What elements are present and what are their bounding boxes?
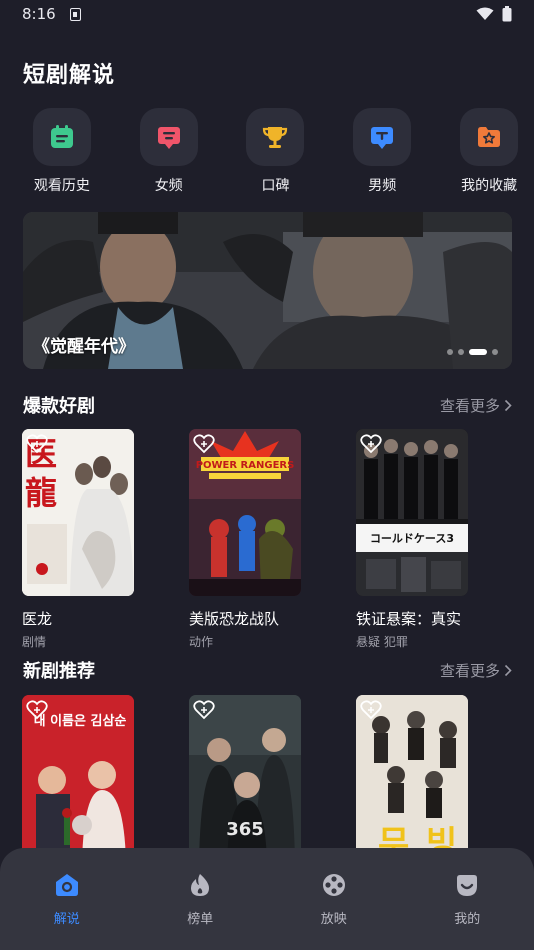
pagination-dot[interactable]	[458, 349, 464, 355]
svg-text:365: 365	[226, 819, 264, 840]
category-label: 我的收藏	[461, 178, 518, 194]
drama-card[interactable]: コールドケース3 铁证悬案：真实 悬疑 犯罪	[356, 429, 468, 650]
drama-card[interactable]: 무 빙	[356, 695, 468, 862]
section-header-new: 新剧推荐 查看更多	[23, 657, 512, 683]
drama-title: 铁证悬案：真实	[356, 610, 462, 628]
see-more-label: 查看更多	[439, 661, 500, 680]
nav-tab-commentary[interactable]: 解说	[0, 872, 134, 950]
category-favorites[interactable]: 我的收藏	[444, 108, 534, 195]
chevron-right-icon	[504, 399, 512, 411]
category-reputation[interactable]: 口碑	[231, 108, 321, 195]
drama-genre: 动作	[189, 635, 214, 649]
drama-card[interactable]: 365	[189, 695, 301, 862]
heart-plus-icon[interactable]	[193, 700, 215, 724]
see-more-link[interactable]: 查看更多	[440, 660, 512, 681]
status-time: 8:16	[22, 5, 56, 23]
drama-title: 美版恐龙战队	[189, 610, 280, 628]
heart-plus-icon[interactable]	[26, 700, 48, 724]
poster-image: コールドケース3	[356, 429, 468, 596]
nav-tab-screening[interactable]: 放映	[267, 872, 401, 950]
category-label: 女频	[154, 178, 183, 194]
section-title: 爆款好剧	[23, 396, 95, 417]
poster-image: 내 이름은 김삼순	[22, 695, 134, 862]
banner-pagination	[447, 349, 498, 355]
nav-label: 我的	[454, 912, 481, 927]
category-female[interactable]: 女频	[124, 108, 214, 195]
svg-text:POWER RANGERS: POWER RANGERS	[196, 460, 295, 471]
see-more-link[interactable]: 查看更多	[440, 395, 512, 416]
heart-plus-icon[interactable]	[26, 434, 48, 458]
pagination-dot[interactable]	[447, 349, 453, 355]
heart-plus-icon[interactable]	[360, 434, 382, 458]
nav-label: 解说	[53, 912, 80, 927]
category-label: 观看历史	[33, 178, 90, 194]
heart-plus-icon[interactable]	[360, 700, 382, 724]
drama-card[interactable]: 내 이름은 김삼순	[22, 695, 134, 862]
wifi-icon	[476, 7, 494, 21]
home-icon	[54, 872, 80, 902]
sim-card-icon	[69, 7, 81, 21]
female-channel-icon	[139, 108, 198, 166]
svg-text:龍: 龍	[25, 474, 57, 512]
profile-face-icon	[454, 872, 480, 902]
trophy-icon	[246, 108, 305, 166]
calendar-icon	[32, 108, 91, 166]
drama-title: 医龙	[22, 610, 53, 628]
nav-label: 放映	[320, 912, 347, 927]
hero-banner[interactable]: 《觉醒年代》	[23, 212, 512, 369]
drama-genre: 悬疑 犯罪	[356, 635, 408, 649]
bottom-navigation: 解说 榜单 放映 我的	[0, 848, 534, 950]
favorites-folder-icon	[460, 108, 519, 166]
section-title: 新剧推荐	[23, 661, 95, 682]
category-label: 男频	[368, 178, 397, 194]
see-more-label: 查看更多	[439, 396, 500, 415]
hot-drama-row: 医 龍 医龙 剧情 POWER RANGERS 美版恐龙战队 动作 コールドケー…	[0, 429, 534, 669]
drama-card[interactable]: 医 龍 医龙 剧情	[22, 429, 134, 650]
banner-caption: 《觉醒年代》	[33, 337, 135, 357]
battery-icon	[502, 6, 512, 22]
category-row: 观看历史 女频 口碑 男频 我的收藏	[0, 108, 534, 195]
heart-plus-icon[interactable]	[193, 434, 215, 458]
poster-image: 医 龍	[22, 429, 134, 596]
chevron-right-icon	[504, 664, 512, 676]
section-header-hot: 爆款好剧 查看更多	[23, 392, 512, 418]
pagination-dot[interactable]	[492, 349, 498, 355]
svg-text:コールドケース3: コールドケース3	[370, 532, 454, 545]
nav-tab-mine[interactable]: 我的	[401, 872, 534, 950]
status-bar: 8:16	[0, 0, 534, 28]
category-watch-history[interactable]: 观看历史	[17, 108, 107, 195]
male-channel-icon	[353, 108, 412, 166]
nav-tab-ranking[interactable]: 榜单	[134, 872, 268, 950]
poster-image: 무 빙	[356, 695, 468, 862]
page-title: 短剧解说	[23, 63, 116, 88]
poster-image: 365	[189, 695, 301, 862]
poster-image: POWER RANGERS	[189, 429, 301, 596]
pagination-dot-active[interactable]	[469, 349, 487, 355]
category-male[interactable]: 男频	[337, 108, 427, 195]
drama-genre: 剧情	[22, 635, 47, 649]
category-label: 口碑	[261, 178, 290, 194]
film-reel-icon	[321, 872, 347, 902]
flame-icon	[187, 872, 213, 902]
nav-label: 榜单	[187, 912, 214, 927]
drama-card[interactable]: POWER RANGERS 美版恐龙战队 动作	[189, 429, 301, 650]
